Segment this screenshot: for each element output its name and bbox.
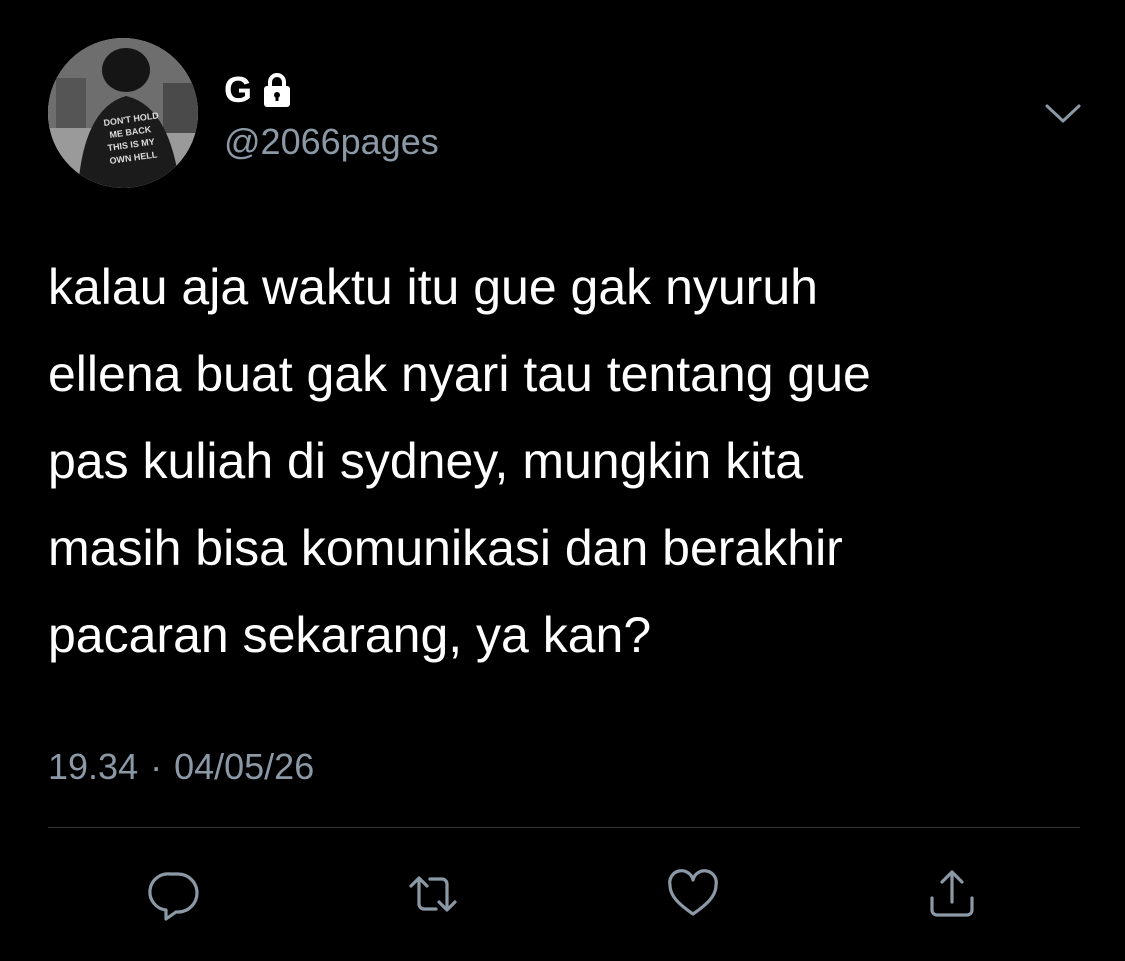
tweet-date: 04/05/26 [174, 746, 315, 787]
tweet-time: 19.34 [48, 746, 139, 787]
share-icon [930, 870, 974, 917]
tweet-text: kalau aja waktu itu gue gak nyuruh ellen… [48, 259, 871, 663]
chevron-down-icon[interactable] [1044, 98, 1082, 128]
retweet-button[interactable] [405, 866, 461, 922]
retweet-icon [409, 876, 457, 912]
user-handle[interactable]: @2066pages [224, 120, 439, 164]
reply-button[interactable] [146, 866, 202, 922]
like-button[interactable] [665, 866, 721, 922]
display-name[interactable]: G [224, 68, 252, 112]
heart-icon [668, 869, 718, 916]
avatar-photo: DON'T HOLD ME BACK THIS IS MY OWN HELL [48, 38, 198, 188]
tweet-card: DON'T HOLD ME BACK THIS IS MY OWN HELL G… [0, 0, 1125, 961]
share-button[interactable] [924, 866, 980, 922]
meta-separator: · [150, 746, 163, 787]
tweet-timestamp[interactable]: 19.34 · 04/05/26 [48, 744, 314, 790]
lock-icon [262, 72, 292, 108]
name-row: G [224, 68, 292, 112]
divider [48, 827, 1080, 828]
avatar[interactable]: DON'T HOLD ME BACK THIS IS MY OWN HELL [48, 38, 198, 188]
reply-icon [148, 872, 199, 921]
